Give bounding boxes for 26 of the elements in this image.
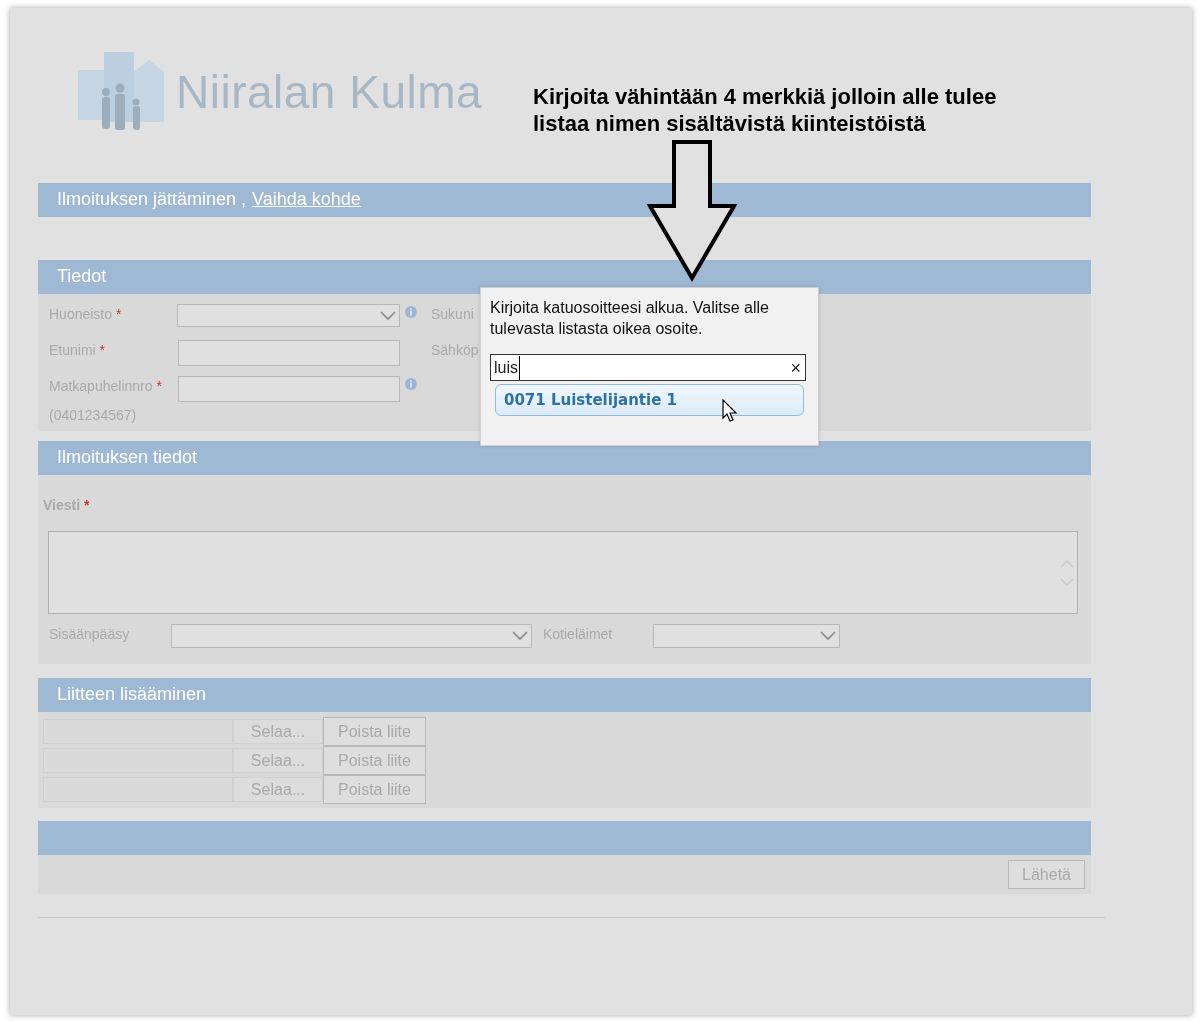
section-header: Liitteen lisääminen: [38, 678, 1091, 712]
info-icon: [405, 306, 417, 318]
down-arrow-icon: [646, 140, 738, 282]
address-search-field[interactable]: luis ×: [490, 354, 806, 381]
scroll-up-icon[interactable]: [1060, 558, 1074, 568]
pets-select[interactable]: [653, 624, 840, 648]
input-field[interactable]: [178, 376, 400, 402]
search-value: luis: [494, 355, 520, 380]
change-target-link[interactable]: Vaihda kohde: [252, 186, 361, 213]
annotation-text: Kirjoita vähintään 4 merkkiä jolloin alle tulee listaa nimen sisältävistä kiinteistöistä: [533, 83, 998, 137]
chevron-down-icon: [380, 310, 396, 321]
scroll-down-icon[interactable]: [1060, 577, 1074, 587]
message-field[interactable]: [48, 531, 1078, 614]
section-header: Tiedot: [38, 260, 1091, 294]
mouse-pointer-icon: [722, 399, 738, 423]
chevron-down-icon: [820, 631, 836, 641]
entry-select[interactable]: [171, 624, 532, 648]
section-header: Ilmoituksen tiedot: [38, 441, 1091, 475]
dialog-instructions: Kirjoita katuosoitteesi alkua. Valitse alle tulevasta listasta oikea osoite.: [490, 298, 770, 339]
logo-text: Niiralan Kulma: [176, 64, 483, 120]
page-title: Ilmoituksen jättäminen ,: [57, 188, 247, 211]
info-icon: [405, 378, 417, 390]
clear-button[interactable]: ×: [790, 358, 801, 377]
input-field[interactable]: [178, 340, 400, 366]
apartment-select[interactable]: [177, 304, 400, 327]
chevron-down-icon: [512, 631, 528, 641]
